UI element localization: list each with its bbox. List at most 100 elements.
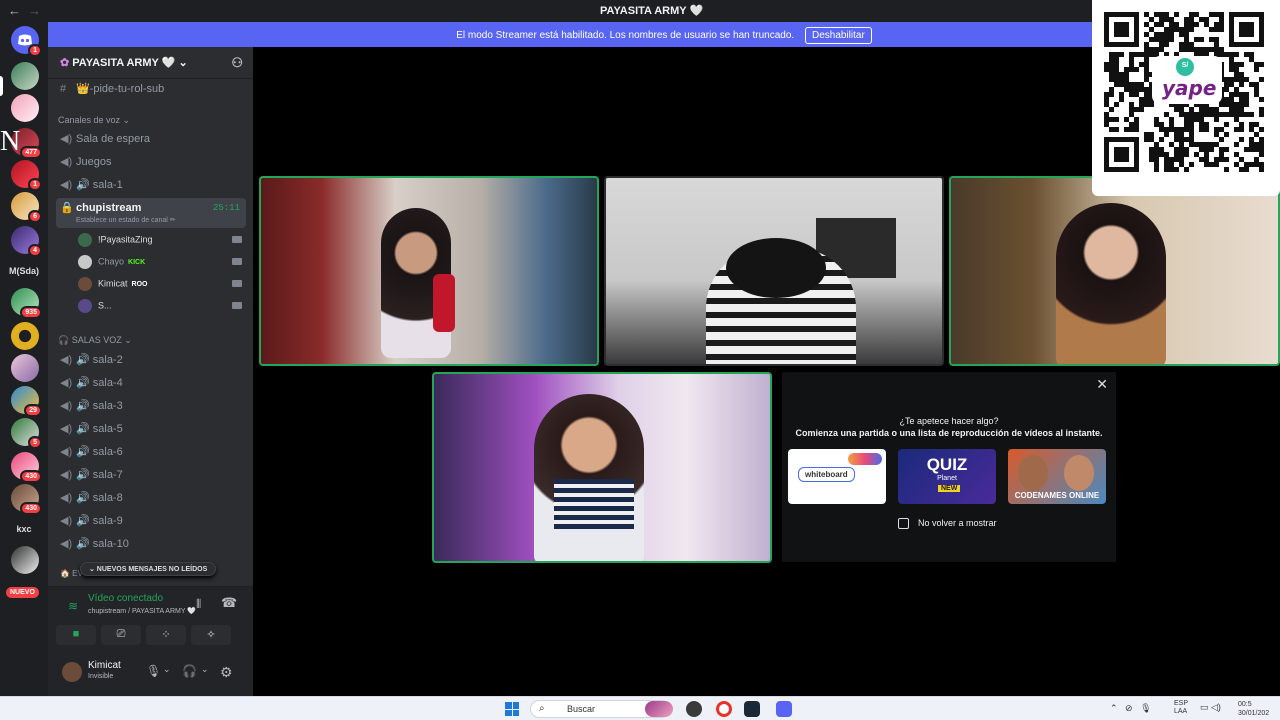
chevron-down-icon[interactable]: ⌄: [163, 664, 171, 675]
steam-icon[interactable]: [744, 701, 760, 717]
forward-arrow-icon[interactable]: →: [28, 3, 41, 18]
disable-streamer-button[interactable]: Deshabilitar: [804, 27, 872, 44]
channel-status-hint[interactable]: Establece un estado de canal ✏: [76, 216, 242, 224]
server-header[interactable]: ✿ PAYASITA ARMY 🤍 ⌄ ⚇: [48, 47, 253, 79]
speaker-icon: ◀): [60, 538, 73, 550]
server-text-icon[interactable]: kxc: [4, 524, 44, 534]
yape-logo: S/ yape: [1152, 56, 1222, 104]
server-icon[interactable]: [11, 94, 39, 122]
video-tile[interactable]: [949, 176, 1280, 366]
channel-label: 🔊 sala-6: [76, 446, 123, 458]
start-windows-icon[interactable]: [505, 702, 519, 716]
discord-taskbar-icon[interactable]: [776, 701, 792, 717]
avatar[interactable]: [62, 662, 82, 682]
server-icon[interactable]: 29: [11, 386, 42, 417]
active-voice-channel[interactable]: 🔒 chupistream 25:11 Establece un estado d…: [56, 198, 246, 228]
channel-label: Sala de espera: [76, 133, 150, 145]
voice-user[interactable]: Kimicat ROO: [78, 277, 246, 297]
voice-status[interactable]: Vídeo conectado: [88, 593, 163, 604]
user-panel: Kimicat Invisible 🎙 ⌄ 🎧 ⌄ ⚙: [48, 654, 253, 696]
activity-card-codenames[interactable]: CODENAMES ONLINE: [1008, 449, 1106, 504]
voice-channel[interactable]: ◀) 🔊 sala-5: [56, 419, 246, 439]
channel-label: 🔊 sala-2: [76, 354, 123, 366]
text-channel[interactable]: # 👑-pide-tu-rol-sub: [56, 79, 246, 99]
activities-button[interactable]: ⁘: [146, 625, 186, 645]
keyboard-language[interactable]: ESP LAA: [1174, 700, 1188, 716]
soundboard-button[interactable]: ✧: [191, 625, 231, 645]
notification-badge: 1: [28, 178, 42, 191]
chevron-down-icon[interactable]: ⌄: [201, 664, 209, 675]
voice-channel[interactable]: ◀) 🔊 sala-2: [56, 350, 246, 370]
disconnect-icon[interactable]: ☎: [221, 595, 237, 611]
back-arrow-icon[interactable]: ←: [8, 3, 21, 18]
activity-card-whiteboard[interactable]: whiteboard: [788, 449, 886, 504]
hash-icon: #: [60, 83, 67, 95]
clock[interactable]: 00:5 30/01/202: [1238, 700, 1269, 718]
character-figure: [1018, 455, 1048, 491]
server-icon[interactable]: 430: [11, 452, 42, 483]
opera-icon[interactable]: [716, 701, 732, 717]
activity-card-quiz[interactable]: QUIZ Planet NEW: [898, 449, 996, 504]
language-layout: LAA: [1174, 708, 1188, 715]
server-icon[interactable]: [11, 354, 39, 382]
activity-card-title: CODENAMES ONLINE: [1014, 491, 1100, 500]
server-icon[interactable]: 5: [11, 418, 42, 449]
category-salas-voz[interactable]: 🎧 SALAS VOZ ⌄: [58, 335, 132, 346]
server-text-icon[interactable]: M(Sda): [4, 266, 44, 276]
network-volume-icons[interactable]: ▭ ◁): [1200, 702, 1221, 713]
voice-channel[interactable]: ◀) 🔊 sala-7: [56, 465, 246, 485]
voice-user[interactable]: S...: [78, 299, 246, 319]
invite-people-icon[interactable]: ⚇: [231, 55, 243, 71]
voice-channel[interactable]: ◀) 🔊 sala-8: [56, 488, 246, 508]
channel-label: 🔊 sala-3: [76, 400, 123, 412]
speaker-icon: ◀): [60, 400, 73, 412]
voice-channel[interactable]: ◀) Sala de espera: [56, 129, 246, 149]
voice-channel[interactable]: ◀) 🔊 sala-10: [56, 534, 246, 554]
server-icon[interactable]: 430: [11, 484, 42, 515]
camera-toggle-button[interactable]: ■: [56, 625, 96, 645]
voice-location[interactable]: chupistream / PAYASITA ARMY 🤍: [88, 607, 196, 615]
close-icon[interactable]: ✕: [1096, 376, 1108, 393]
category-voice-channels[interactable]: Canales de voz ⌄: [58, 115, 130, 126]
user-status: Invisible: [88, 673, 114, 680]
headphones-icon[interactable]: 🎧: [182, 664, 197, 678]
widget-icon[interactable]: [645, 701, 673, 717]
dont-show-again-checkbox[interactable]: [898, 518, 909, 529]
noise-suppression-icon[interactable]: ⦀: [196, 597, 201, 612]
currency-icon: S/: [1176, 58, 1194, 76]
voice-channel[interactable]: ◀) 🔊 sala-3: [56, 396, 246, 416]
voice-channel[interactable]: ◀) 🔊 sala-4: [56, 373, 246, 393]
discord-home-icon[interactable]: 1: [11, 26, 42, 57]
voice-username: S...: [98, 300, 112, 311]
avatar: [78, 233, 92, 247]
video-tile[interactable]: [432, 372, 772, 563]
settings-gear-icon[interactable]: ⚙: [220, 664, 233, 681]
server-icon[interactable]: [11, 322, 39, 350]
video-tile[interactable]: [259, 176, 599, 366]
voice-channel[interactable]: ◀) 🔊 sala-1: [56, 175, 246, 195]
server-icon[interactable]: 6: [11, 192, 42, 223]
unread-messages-pill[interactable]: ⌄ NUEVOS MENSAJES NO LEÍDOS: [80, 562, 217, 576]
server-icon[interactable]: [11, 546, 39, 574]
server-icon[interactable]: 4: [11, 226, 42, 257]
server-icon[interactable]: 935: [11, 288, 42, 319]
notification-badge: 430: [20, 502, 42, 515]
app-icon[interactable]: [686, 701, 702, 717]
server-icon[interactable]: 1: [11, 160, 42, 191]
server-icon[interactable]: [11, 62, 39, 90]
microphone-icon[interactable]: 🎙: [146, 664, 161, 678]
voice-channel[interactable]: ◀) 🔊 sala-6: [56, 442, 246, 462]
screen-share-button[interactable]: ⎚: [101, 625, 141, 645]
signal-icon[interactable]: ≋: [68, 599, 78, 613]
video-tile[interactable]: [604, 176, 944, 366]
voice-user[interactable]: !PayasitaZing: [78, 233, 246, 253]
channel-label: 👑-pide-tu-rol-sub: [76, 83, 165, 95]
search-icon: ⌕: [539, 703, 545, 714]
voice-channel[interactable]: ◀) 🔊 sala-9: [56, 511, 246, 531]
username[interactable]: Kimicat: [88, 660, 121, 671]
tray-icons[interactable]: ⌃ ⊘ 🎙: [1110, 703, 1157, 714]
voice-user[interactable]: Chayo KICK: [78, 255, 246, 275]
voice-channel[interactable]: ◀) Juegos: [56, 152, 246, 172]
channel-label: 🔊 sala-7: [76, 469, 123, 481]
dont-show-again-label[interactable]: No volver a mostrar: [918, 518, 997, 528]
